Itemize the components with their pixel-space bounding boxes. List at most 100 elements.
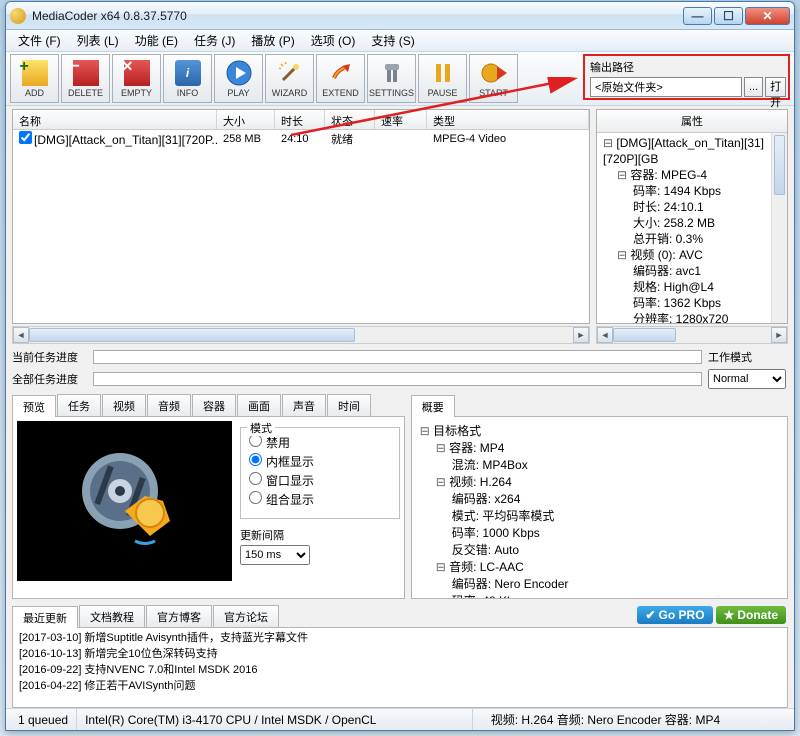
preview-area — [17, 421, 232, 581]
interval-select[interactable]: 150 ms — [240, 545, 310, 565]
menu-list[interactable]: 列表 (L) — [69, 30, 127, 51]
preview-tab-body: 模式 禁用 内框显示 窗口显示 组合显示 更新间隔 150 ms — [12, 416, 405, 599]
sum-muxer: 混流: MP4Box — [418, 457, 569, 474]
scroll-left-icon[interactable]: ◄ — [13, 327, 29, 343]
current-progress-bar — [93, 350, 702, 364]
wizard-button[interactable]: WIZARD — [265, 54, 314, 103]
mode-window[interactable]: 窗口显示 — [249, 472, 391, 491]
prop-root[interactable]: [DMG][Attack_on_Titan][31][720P][GB — [601, 135, 783, 167]
tab-docs[interactable]: 文档教程 — [79, 605, 145, 627]
maximize-button[interactable]: ☐ — [714, 7, 743, 25]
news-item[interactable]: [2016-10-13] 新增完全10位色深转码支持 — [19, 646, 781, 662]
sum-rcmode: 模式: 平均码率模式 — [418, 508, 569, 525]
current-progress-label: 当前任务进度 — [12, 349, 87, 365]
play-button[interactable]: PLAY — [214, 54, 263, 103]
mode-group: 模式 禁用 内框显示 窗口显示 组合显示 — [240, 427, 400, 519]
mediacoder-logo-icon — [55, 441, 195, 561]
scroll-thumb[interactable] — [613, 328, 676, 342]
menubar: 文件 (F) 列表 (L) 功能 (E) 任务 (J) 播放 (P) 选项 (O… — [6, 30, 794, 52]
properties-scrollbar[interactable] — [771, 133, 787, 323]
sum-target[interactable]: 目标格式 — [418, 423, 569, 440]
browse-button[interactable]: ... — [744, 77, 763, 97]
file-checkbox[interactable] — [19, 131, 32, 144]
scrollbar-thumb[interactable] — [774, 135, 785, 195]
col-rate[interactable]: 速率 — [375, 110, 427, 129]
prop-video[interactable]: 视频 (0): AVC — [601, 247, 783, 263]
menu-support[interactable]: 支持 (S) — [363, 30, 422, 51]
tab-audio[interactable]: 音频 — [147, 394, 191, 416]
col-type[interactable]: 类型 — [427, 110, 589, 129]
news-item[interactable]: [2017-03-10] 新增Suptitle Avisynth插件，支持蓝光字… — [19, 630, 781, 646]
minimize-button[interactable]: — — [683, 7, 712, 25]
scroll-thumb[interactable] — [29, 328, 355, 342]
mode-combo[interactable]: 组合显示 — [249, 491, 391, 510]
workmode-select[interactable]: Normal — [708, 369, 786, 389]
delete-icon — [73, 60, 99, 86]
menu-options[interactable]: 选项 (O) — [303, 30, 364, 51]
tab-sound[interactable]: 声音 — [282, 394, 326, 416]
tab-forum[interactable]: 官方论坛 — [213, 605, 279, 627]
col-status[interactable]: 状态 — [325, 110, 375, 129]
donate-button[interactable]: ★Donate — [716, 606, 786, 624]
prop-resolution: 分辨率: 1280x720 — [601, 311, 783, 323]
sum-audio[interactable]: 音频: LC-AAC — [418, 559, 569, 576]
start-button[interactable]: START — [469, 54, 518, 103]
tab-summary[interactable]: 概要 — [411, 395, 455, 417]
start-icon — [481, 60, 507, 86]
scroll-right-icon[interactable]: ► — [573, 327, 589, 343]
mode-inframe[interactable]: 内框显示 — [249, 453, 391, 472]
col-size[interactable]: 大小 — [217, 110, 275, 129]
app-icon — [10, 8, 26, 24]
toolbar: ADD DELETE EMPTY iINFO PLAY WIZARD EXTEN… — [10, 54, 518, 103]
menu-file[interactable]: 文件 (F) — [10, 30, 69, 51]
pause-button[interactable]: PAUSE — [418, 54, 467, 103]
props-hscroll[interactable]: ◄► — [596, 326, 788, 344]
news-list[interactable]: [2017-03-10] 新增Suptitle Avisynth插件，支持蓝光字… — [12, 627, 788, 708]
tab-recent[interactable]: 最近更新 — [12, 606, 78, 628]
output-path-label: 输出路径 — [590, 59, 783, 75]
extend-icon — [328, 60, 354, 86]
news-item[interactable]: [2016-04-22] 修正若干AVISynth问题 — [19, 678, 781, 694]
prop-container[interactable]: 容器: MPEG-4 — [601, 167, 783, 183]
open-button[interactable]: 打开 — [765, 77, 786, 97]
tab-container[interactable]: 容器 — [192, 394, 236, 416]
news-item[interactable]: [2016-09-22] 支持NVENC 7.0和Intel MSDK 2016 — [19, 662, 781, 678]
output-path-input[interactable] — [590, 77, 742, 97]
statusbar: 1 queued Intel(R) Core(TM) i3-4170 CPU /… — [6, 708, 794, 730]
empty-button[interactable]: EMPTY — [112, 54, 161, 103]
tab-time[interactable]: 时间 — [327, 394, 371, 416]
tab-picture[interactable]: 画面 — [237, 394, 281, 416]
gopro-button[interactable]: ✔Go PRO — [637, 606, 712, 624]
status-encoding: 视频: H.264 音频: Nero Encoder 容器: MP4 — [473, 709, 790, 730]
filelist-hscroll[interactable]: ◄► — [12, 326, 590, 344]
sum-vencoder: 编码器: x264 — [418, 491, 569, 508]
check-icon: ✔ — [645, 608, 655, 622]
settings-button[interactable]: SETTINGS — [367, 54, 416, 103]
scroll-left-icon[interactable]: ◄ — [597, 327, 613, 343]
delete-button[interactable]: DELETE — [61, 54, 110, 103]
file-row[interactable]: [DMG][Attack_on_Titan][31][720P... 258 M… — [13, 130, 589, 148]
menu-function[interactable]: 功能 (E) — [127, 30, 186, 51]
col-name[interactable]: 名称 — [13, 110, 217, 129]
toolbar-row: ADD DELETE EMPTY iINFO PLAY WIZARD EXTEN… — [6, 52, 794, 106]
menu-task[interactable]: 任务 (J) — [186, 30, 243, 51]
tab-preview[interactable]: 预览 — [12, 395, 56, 417]
properties-tree[interactable]: [DMG][Attack_on_Titan][31][720P][GB 容器: … — [597, 133, 787, 323]
prop-duration: 时长: 24:10.1 — [601, 199, 783, 215]
info-button[interactable]: iINFO — [163, 54, 212, 103]
mode-disable[interactable]: 禁用 — [249, 434, 391, 453]
extend-button[interactable]: EXTEND — [316, 54, 365, 103]
scroll-right-icon[interactable]: ► — [771, 327, 787, 343]
tab-video[interactable]: 视频 — [102, 394, 146, 416]
sum-video[interactable]: 视频: H.264 — [418, 474, 569, 491]
titlebar[interactable]: MediaCoder x64 0.8.37.5770 — ☐ ✕ — [6, 2, 794, 30]
tab-task[interactable]: 任务 — [57, 394, 101, 416]
close-button[interactable]: ✕ — [745, 7, 790, 25]
summary-tree[interactable]: 目标格式 容器: MP4 混流: MP4Box 视频: H.264 编码器: x… — [416, 421, 571, 594]
sum-container[interactable]: 容器: MP4 — [418, 440, 569, 457]
add-button[interactable]: ADD — [10, 54, 59, 103]
play-icon — [226, 60, 252, 86]
col-duration[interactable]: 时长 — [275, 110, 325, 129]
menu-play[interactable]: 播放 (P) — [243, 30, 302, 51]
tab-blog[interactable]: 官方博客 — [146, 605, 212, 627]
